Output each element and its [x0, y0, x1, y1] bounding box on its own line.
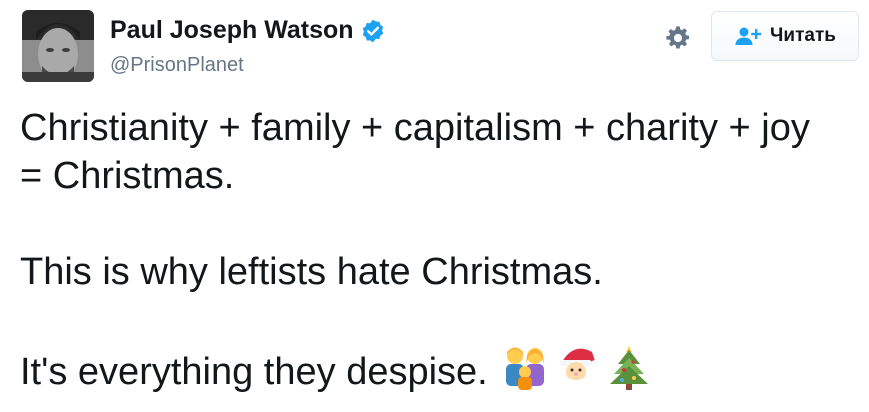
- verified-badge-icon: [362, 19, 383, 42]
- christmas-tree-emoji: [609, 346, 648, 390]
- add-user-icon: [735, 27, 762, 45]
- follow-button-label: Читать: [770, 25, 836, 46]
- gear-icon[interactable]: [664, 24, 692, 52]
- avatar[interactable]: [22, 10, 94, 82]
- emoji-row: [502, 344, 652, 390]
- tweet-line-3: This is why leftists hate Christmas.: [20, 251, 603, 293]
- santa-emoji: [559, 348, 599, 390]
- tweet-line-2: = Christmas.: [20, 155, 235, 197]
- avatar-image: [22, 10, 94, 82]
- tweet-card: Paul Joseph Watson @PrisonPlanet Читать …: [0, 0, 869, 412]
- tweet-text: Christianity + family + capitalism + cha…: [20, 104, 860, 396]
- tweet-line-1: Christianity + family + capitalism + cha…: [20, 107, 810, 149]
- user-handle[interactable]: @PrisonPlanet: [110, 54, 244, 77]
- tweet-line-4-wrap: It's everything they despise.: [20, 344, 860, 396]
- follow-button[interactable]: Читать: [711, 11, 859, 61]
- name-row: Paul Joseph Watson: [110, 16, 386, 45]
- family-emoji: [505, 347, 544, 390]
- tweet-line-4: It's everything they despise.: [20, 351, 488, 393]
- display-name[interactable]: Paul Joseph Watson: [110, 16, 354, 45]
